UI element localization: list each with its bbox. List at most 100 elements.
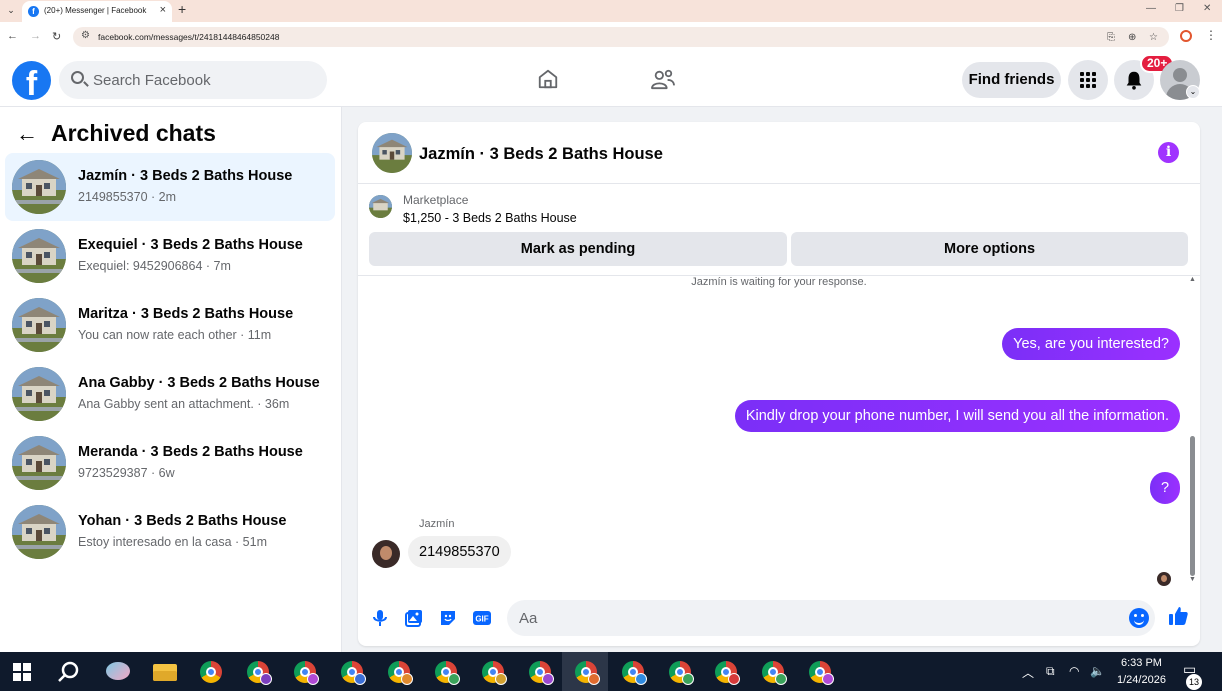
waiting-notice: Jazmín is waiting for your response. <box>691 276 867 288</box>
restore-icon[interactable]: ❐ <box>1175 3 1184 14</box>
seen-indicator-avatar <box>1157 572 1171 586</box>
back-arrow-icon[interactable]: ← <box>16 121 38 147</box>
browser-toolbar: ← → ↻ ⚙ facebook.com/messages/t/24181448… <box>0 22 1222 52</box>
conversation-title[interactable]: Jazmín · 3 Beds 2 Baths House <box>419 145 663 164</box>
panel-title: Archived chats <box>51 120 216 146</box>
house-thumbnail <box>12 436 66 490</box>
house-thumbnail <box>12 160 66 214</box>
window-close-icon[interactable]: ✕ <box>1203 3 1211 14</box>
microphone-icon[interactable] <box>370 608 390 628</box>
emoji-icon[interactable] <box>1129 608 1149 628</box>
site-info-icon[interactable]: ⚙ <box>81 30 90 41</box>
windows-taskbar: ︿ ⧉ ◠ 🔈 6:33 PM 1/24/2026 ▭ <box>0 652 1222 691</box>
scroll-thumb[interactable] <box>1190 436 1195 576</box>
chrome-profile-icon[interactable] <box>338 658 366 686</box>
chrome-profile-icon[interactable] <box>526 658 554 686</box>
install-icon[interactable]: ⎘ <box>1107 32 1115 43</box>
chat-preview: You can now rate each other · 11m <box>78 328 272 342</box>
back-icon[interactable]: ← <box>7 30 18 42</box>
wifi-icon[interactable]: ◠ <box>1069 664 1079 678</box>
chat-list-item[interactable]: Maritza · 3 Beds 2 Baths House You can n… <box>5 291 335 359</box>
chrome-profile-icon[interactable] <box>666 658 694 686</box>
message-scrollbar[interactable]: ▲ ▼ <box>1188 276 1198 586</box>
mark-as-pending-button[interactable]: Mark as pending <box>369 232 787 266</box>
tray-meet-icon[interactable]: ⧉ <box>1046 664 1055 679</box>
reload-icon[interactable]: ↻ <box>52 30 61 43</box>
chat-preview: Estoy interesado en la casa · 51m <box>78 535 267 549</box>
chrome-profile-icon[interactable] <box>385 658 413 686</box>
browser-tab[interactable]: f (20+) Messenger | Facebook × <box>22 1 172 22</box>
more-options-button[interactable]: More options <box>791 232 1188 266</box>
taskbar-app-icon[interactable] <box>104 658 132 686</box>
windows-start-icon[interactable] <box>13 663 31 681</box>
zoom-icon[interactable]: ⊕ <box>1128 32 1136 43</box>
scroll-up-icon[interactable]: ▲ <box>1189 276 1196 283</box>
info-icon[interactable]: i <box>1158 142 1179 163</box>
extension-icon[interactable] <box>1180 30 1192 42</box>
chrome-profile-icon[interactable] <box>759 658 787 686</box>
chat-list-item[interactable]: Exequiel · 3 Beds 2 Baths House Exequiel… <box>5 222 335 290</box>
outgoing-message[interactable]: Yes, are you interested? <box>1002 328 1180 360</box>
outgoing-message[interactable]: Kindly drop your phone number, I will se… <box>734 400 1180 432</box>
message-composer: GIF <box>358 586 1200 646</box>
chat-name: Jazmín · 3 Beds 2 Baths House <box>78 168 293 184</box>
chat-list-item[interactable]: Yohan · 3 Beds 2 Baths House Estoy inter… <box>5 498 335 566</box>
taskbar-search-icon[interactable] <box>57 660 81 684</box>
bookmark-star-icon[interactable]: ☆ <box>1149 32 1158 43</box>
house-thumbnail <box>12 298 66 352</box>
chevron-down-icon[interactable]: ⌄ <box>1186 85 1200 99</box>
photo-icon[interactable] <box>404 608 424 628</box>
new-tab-icon[interactable]: + <box>178 1 186 17</box>
house-thumbnail <box>12 229 66 283</box>
volume-icon[interactable]: 🔈 <box>1090 664 1105 678</box>
incoming-message[interactable]: 2149855370 <box>408 536 511 568</box>
listing-thumbnail[interactable] <box>369 195 392 218</box>
clock-date[interactable]: 1/24/2026 <box>1117 674 1166 686</box>
chrome-profile-icon[interactable] <box>619 658 647 686</box>
chrome-profile-icon[interactable] <box>712 658 740 686</box>
chat-preview: 2149855370 · 2m <box>78 190 176 204</box>
sender-avatar[interactable] <box>372 540 400 568</box>
listing-title[interactable]: $1,250 - 3 Beds 2 Baths House <box>403 211 577 225</box>
chrome-profile-icon[interactable] <box>432 658 460 686</box>
chat-list-item[interactable]: Ana Gabby · 3 Beds 2 Baths House Ana Gab… <box>5 360 335 428</box>
gif-icon[interactable]: GIF <box>472 608 492 628</box>
search-box[interactable] <box>59 61 327 99</box>
message-input-box[interactable] <box>507 600 1155 636</box>
chrome-profile-icon[interactable] <box>479 658 507 686</box>
chrome-profile-icon[interactable] <box>806 658 834 686</box>
house-thumbnail <box>12 505 66 559</box>
minimize-icon[interactable]: — <box>1146 3 1156 14</box>
chat-list-item[interactable]: Meranda · 3 Beds 2 Baths House 972352938… <box>5 429 335 497</box>
tray-chevron-up-icon[interactable]: ︿ <box>1022 664 1034 681</box>
facebook-favicon-icon: f <box>28 6 39 17</box>
home-icon[interactable] <box>537 68 559 90</box>
search-input[interactable] <box>93 61 313 99</box>
facebook-logo[interactable]: f <box>12 61 51 100</box>
scroll-down-icon[interactable]: ▼ <box>1189 576 1196 583</box>
message-input[interactable] <box>519 600 1119 636</box>
chat-preview: 9723529387 · 6w <box>78 466 175 480</box>
house-thumbnail <box>12 367 66 421</box>
clock-time[interactable]: 6:33 PM <box>1121 657 1162 669</box>
outgoing-message[interactable]: ? <box>1150 472 1180 504</box>
tab-search-icon[interactable]: ⌄ <box>4 3 18 17</box>
forward-icon[interactable]: → <box>30 30 41 42</box>
address-bar[interactable]: ⚙ facebook.com/messages/t/24181448464850… <box>73 27 1169 47</box>
sticker-icon[interactable] <box>438 608 458 628</box>
chat-list-item[interactable]: Jazmín · 3 Beds 2 Baths House 2149855370… <box>5 153 335 221</box>
thumbs-up-icon[interactable] <box>1167 605 1189 627</box>
tab-close-icon[interactable]: × <box>160 4 166 16</box>
svg-text:GIF: GIF <box>475 615 488 624</box>
chat-name: Ana Gabby · 3 Beds 2 Baths House <box>78 375 320 391</box>
conversation-avatar[interactable] <box>372 133 412 173</box>
find-friends-button[interactable]: Find friends <box>962 62 1061 98</box>
chrome-profile-icon[interactable] <box>291 658 319 686</box>
chrome-profile-icon[interactable] <box>572 658 600 686</box>
browser-menu-icon[interactable]: ⋮ <box>1205 28 1217 42</box>
chrome-icon[interactable] <box>197 658 225 686</box>
file-explorer-icon[interactable] <box>151 658 179 686</box>
friends-icon[interactable] <box>650 68 676 90</box>
menu-button[interactable] <box>1068 60 1108 100</box>
chrome-profile-icon[interactable] <box>244 658 272 686</box>
